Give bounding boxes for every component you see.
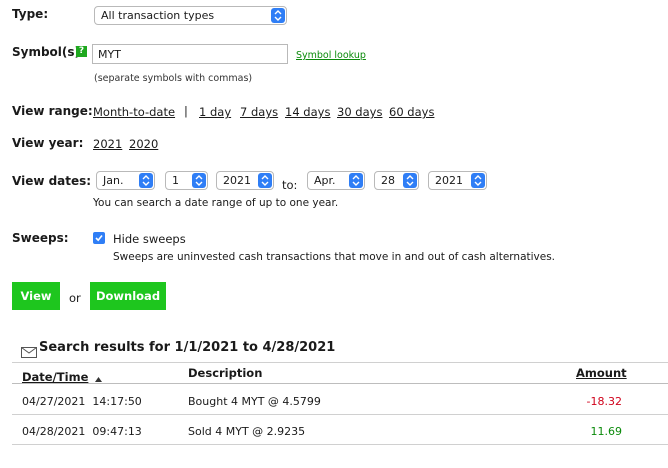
year-2021-link[interactable]: 2021 [93, 137, 122, 151]
help-icon[interactable]: ? [76, 46, 87, 57]
to-label: to: [282, 178, 298, 192]
range-7-days[interactable]: 7 days [240, 105, 278, 119]
chevron-updown-icon [403, 173, 417, 188]
year-2020-link[interactable]: 2020 [129, 137, 158, 151]
amount-header[interactable]: Amount [576, 366, 627, 380]
sweeps-label: Sweeps: [12, 231, 69, 245]
row-time: 14:17:50 [92, 395, 142, 408]
header-divider [12, 383, 668, 384]
to-year-select[interactable]: 2021 [428, 171, 487, 190]
row-date: 04/27/2021 [22, 395, 86, 408]
type-select[interactable]: All transaction types [94, 6, 287, 25]
view-dates-label: View dates: [12, 174, 92, 188]
table-row: 04/28/2021 09:47:13 [22, 425, 142, 438]
from-year-value: 2021 [223, 174, 251, 187]
range-60-days[interactable]: 60 days [389, 105, 434, 119]
from-day-value: 1 [172, 174, 179, 187]
description-header: Description [188, 366, 263, 380]
sweeps-description: Sweeps are uninvested cash transactions … [113, 251, 556, 263]
envelope-icon [21, 343, 37, 362]
table-top-divider [12, 362, 668, 363]
chevron-updown-icon [192, 173, 206, 188]
download-button[interactable]: Download [90, 282, 166, 310]
results-title: Search results for 1/1/2021 to 4/28/2021 [39, 340, 336, 355]
row-time: 09:47:13 [92, 425, 142, 438]
row-divider [12, 444, 668, 445]
chevron-updown-icon [258, 173, 272, 188]
to-month-value: Apr. [314, 174, 336, 187]
type-select-value: All transaction types [101, 9, 215, 22]
hide-sweeps-label[interactable]: Hide sweeps [113, 232, 186, 246]
row-description: Sold 4 MYT @ 2.9235 [188, 425, 306, 438]
symbols-label: Symbol(s): [12, 45, 85, 59]
to-month-select[interactable]: Apr. [307, 171, 365, 190]
range-1-day[interactable]: 1 day [199, 105, 231, 119]
to-day-select[interactable]: 28 [374, 171, 419, 190]
range-30-days[interactable]: 30 days [337, 105, 382, 119]
from-month-select[interactable]: Jan. [96, 171, 155, 190]
symbols-hint: (separate symbols with commas) [94, 73, 253, 84]
from-month-value: Jan. [103, 174, 124, 187]
range-month-to-date[interactable]: Month-to-date [93, 105, 175, 119]
row-divider [12, 414, 668, 415]
row-amount: -18.32 [586, 395, 622, 408]
date-range-note: You can search a date range of up to one… [93, 197, 339, 209]
table-row: 04/27/2021 14:17:50 [22, 395, 142, 408]
row-amount: 11.69 [590, 425, 623, 438]
to-year-value: 2021 [435, 174, 463, 187]
range-separator: | [184, 104, 188, 118]
from-year-select[interactable]: 2021 [216, 171, 274, 190]
hide-sweeps-checkbox[interactable] [93, 232, 105, 244]
view-button[interactable]: View [12, 282, 60, 310]
symbol-lookup-link[interactable]: Symbol lookup [296, 50, 366, 61]
range-14-days[interactable]: 14 days [285, 105, 330, 119]
view-year-label: View year: [12, 136, 84, 150]
chevron-updown-icon [471, 173, 485, 188]
symbols-input[interactable]: MYT [92, 44, 288, 64]
chevron-updown-icon [271, 8, 285, 23]
to-day-value: 28 [381, 174, 395, 187]
or-text: or [69, 291, 81, 305]
view-range-label: View range: [12, 104, 93, 118]
row-date: 04/28/2021 [22, 425, 86, 438]
date-time-header-label: Date/Time [22, 370, 89, 384]
type-label: Type: [12, 7, 49, 21]
checkmark-icon [95, 234, 103, 242]
row-description: Bought 4 MYT @ 4.5799 [188, 395, 321, 408]
chevron-updown-icon [139, 173, 153, 188]
chevron-updown-icon [349, 173, 363, 188]
from-day-select[interactable]: 1 [165, 171, 208, 190]
